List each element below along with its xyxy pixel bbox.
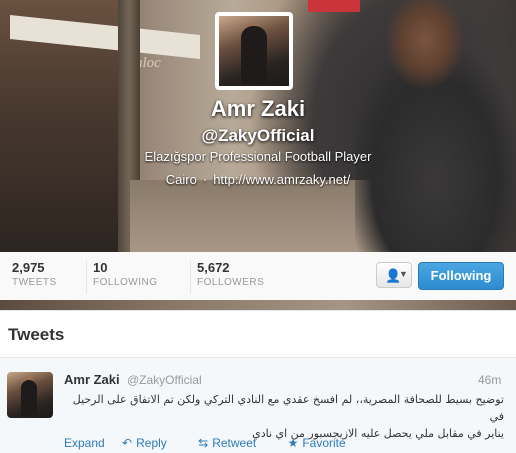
tweet-timestamp[interactable]: 46m [478,373,501,387]
profile-bio: Elazığspor Professional Football Player [144,149,372,164]
stat-following[interactable]: 10 FOLLOWING [86,260,158,294]
profile-location-line: Cairo · http://www.amrzaky.net/ [0,172,516,187]
tweet-author-handle[interactable]: @ZakyOfficial [127,373,202,387]
stat-tweets-label: TWEETS [12,277,57,288]
tweet-avatar-figure [21,380,37,416]
favorite-action[interactable]: ★ Favorite [288,436,360,450]
tweet-text: توضيح بسيط للصحافة المصرية،، لم افسخ عقد… [64,391,504,442]
tweets-heading: Tweets [8,325,65,344]
retweet-label: Retweet [212,436,257,450]
stat-followers-label: FOLLOWERS [197,277,265,288]
profile-location: Cairo [165,172,197,187]
stat-following-value: 10 [93,260,108,275]
background-strip [0,300,516,310]
reply-action[interactable]: ↶ Reply [122,436,181,450]
separator: · [202,172,208,187]
star-icon: ★ [287,436,299,450]
expand-link[interactable]: Expand [64,436,105,450]
stat-tweets[interactable]: 2,975 TWEETS [6,260,57,294]
profile-name: Amr Zaki [210,96,306,121]
avatar-figure [241,26,267,84]
background-street [130,180,390,252]
tweet-author-name[interactable]: Amr Zaki [64,372,120,387]
favorite-label: Favorite [302,436,346,450]
retweet-icon: ⇆ [198,436,209,450]
profile-handle: @ZakyOfficial [201,126,315,145]
profile-url-link[interactable]: http://www.amrzaky.net/ [213,172,350,187]
following-button[interactable]: Following [418,262,504,290]
stat-followers-value: 5,672 [197,260,230,275]
user-actions-dropdown-button[interactable]: 👤 ▼ [376,262,412,288]
retweet-action[interactable]: ⇆ Retweet [198,436,270,450]
stat-followers[interactable]: 5,672 FOLLOWERS [190,260,264,294]
tweet-item[interactable]: Amr Zaki @ZakyOfficial 46m توضيح بسيط لل… [0,358,516,453]
caret-down-icon: ▼ [399,269,408,279]
tweet-avatar[interactable] [7,372,53,418]
reply-icon: ↶ [122,436,133,450]
reply-label: Reply [136,436,167,450]
tweets-card: Tweets Amr Zaki @ZakyOfficial 46m توضيح … [0,310,516,453]
profile-header: Sanloc Amr Zaki @ZakyOfficial Elazığspor… [0,0,516,252]
stat-following-label: FOLLOWING [93,277,158,288]
stat-tweets-value: 2,975 [12,260,45,275]
profile-avatar[interactable] [215,12,293,90]
tweet-text-line: توضيح بسيط للصحافة المصرية،، لم افسخ عقد… [72,393,504,423]
tweet-actions: Expand ↶ Reply ⇆ Retweet ★ Favorite [64,436,374,450]
background-red-awning [308,0,360,12]
